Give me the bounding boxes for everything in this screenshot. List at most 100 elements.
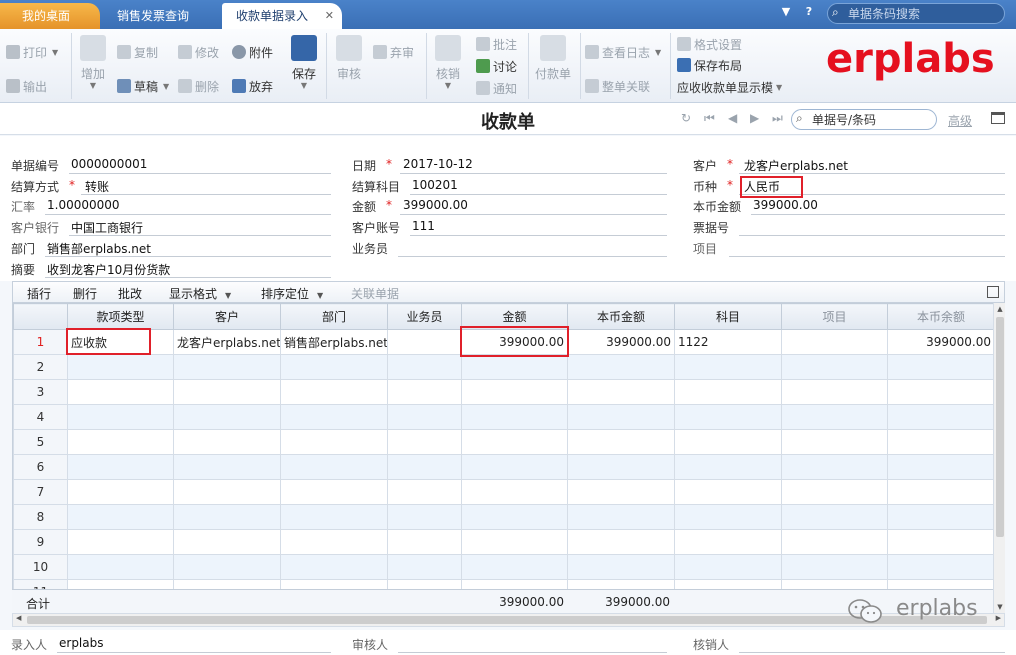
table-cell[interactable] bbox=[387, 529, 462, 555]
table-cell[interactable] bbox=[280, 554, 388, 580]
table-cell[interactable] bbox=[461, 404, 568, 430]
table-cell[interactable] bbox=[461, 504, 568, 530]
table-cell[interactable] bbox=[674, 479, 782, 505]
scroll-left-icon[interactable]: ◀ bbox=[16, 614, 21, 622]
bill-number-field[interactable]: 票据号 bbox=[693, 216, 1005, 236]
notify-button[interactable]: 通知 bbox=[476, 79, 517, 97]
table-cell[interactable] bbox=[280, 479, 388, 505]
table-cell[interactable] bbox=[280, 529, 388, 555]
expand-icon[interactable] bbox=[987, 286, 999, 298]
row-number[interactable]: 6 bbox=[13, 454, 68, 480]
column-header[interactable]: 部门 bbox=[280, 303, 388, 330]
table-cell[interactable] bbox=[887, 404, 993, 430]
salesman-field[interactable]: 业务员 bbox=[352, 237, 667, 257]
table-cell[interactable] bbox=[387, 329, 462, 355]
table-cell[interactable] bbox=[781, 454, 888, 480]
table-cell[interactable] bbox=[173, 404, 281, 430]
row-number[interactable]: 7 bbox=[13, 479, 68, 505]
row-number[interactable]: 1 bbox=[13, 329, 68, 355]
next-record-icon[interactable]: ▶ bbox=[750, 111, 759, 125]
save-layout-button[interactable]: 保存布局 bbox=[677, 56, 742, 74]
display-format-button[interactable]: 显示格式 ▼ bbox=[169, 285, 231, 302]
row-number[interactable]: 2 bbox=[13, 354, 68, 380]
table-cell[interactable] bbox=[567, 404, 675, 430]
first-record-icon[interactable]: ⏮ bbox=[704, 111, 715, 126]
scroll-thumb[interactable] bbox=[27, 616, 987, 624]
table-row[interactable]: 8 bbox=[13, 504, 993, 530]
sort-locate-button[interactable]: 排序定位 ▼ bbox=[261, 285, 323, 302]
table-cell[interactable] bbox=[387, 429, 462, 455]
table-cell[interactable] bbox=[567, 379, 675, 405]
column-header[interactable]: 业务员 bbox=[387, 303, 462, 330]
table-cell[interactable]: 399000.00 bbox=[887, 329, 993, 355]
table-cell[interactable] bbox=[67, 354, 174, 380]
modify-button[interactable]: 修改 bbox=[178, 43, 219, 61]
table-cell[interactable] bbox=[173, 529, 281, 555]
table-cell[interactable] bbox=[781, 329, 888, 355]
delete-button[interactable]: 删除 bbox=[178, 77, 219, 95]
customer-account-field[interactable]: 客户账号 111 bbox=[352, 216, 667, 236]
table-cell[interactable] bbox=[781, 404, 888, 430]
scroll-up-icon[interactable]: ▲ bbox=[995, 305, 1005, 313]
column-header[interactable]: 项目 bbox=[781, 303, 888, 330]
summary-field[interactable]: 摘要 收到龙客户10月份货款 bbox=[11, 258, 331, 278]
last-record-icon[interactable]: ⏭ bbox=[772, 111, 783, 126]
table-cell[interactable] bbox=[674, 454, 782, 480]
print-button[interactable]: 打印 ▼ bbox=[6, 43, 58, 61]
display-template-select[interactable]: 应收收款单显示模 ▼ bbox=[677, 78, 782, 96]
abandon-button[interactable]: 放弃 bbox=[232, 77, 273, 95]
customer-field[interactable]: 客户 * 龙客户erplabs.net bbox=[693, 154, 1005, 174]
table-cell[interactable] bbox=[280, 429, 388, 455]
table-cell[interactable] bbox=[461, 479, 568, 505]
table-row[interactable]: 10 bbox=[13, 554, 993, 580]
customer-bank-field[interactable]: 客户银行 中国工商银行 bbox=[11, 216, 331, 236]
table-cell[interactable] bbox=[67, 479, 174, 505]
doc-number-search-input[interactable] bbox=[812, 111, 930, 128]
table-cell[interactable] bbox=[887, 479, 993, 505]
attach-button[interactable]: 附件 bbox=[232, 43, 273, 61]
table-cell[interactable]: 1122 bbox=[674, 329, 782, 355]
column-header[interactable]: 款项类型 bbox=[67, 303, 174, 330]
delete-row-button[interactable]: 删行 bbox=[73, 285, 97, 302]
close-icon[interactable]: ✕ bbox=[325, 3, 334, 29]
column-header[interactable]: 本币余额 bbox=[887, 303, 993, 330]
add-button[interactable]: 增加 ▼ bbox=[75, 35, 111, 90]
department-field[interactable]: 部门 销售部erplabs.net bbox=[11, 237, 331, 257]
table-cell[interactable] bbox=[67, 529, 174, 555]
table-cell[interactable] bbox=[387, 479, 462, 505]
annotate-button[interactable]: 批注 bbox=[476, 35, 517, 53]
table-row[interactable]: 6 bbox=[13, 454, 993, 480]
table-cell[interactable] bbox=[781, 354, 888, 380]
table-cell[interactable]: 销售部erplabs.net bbox=[280, 329, 388, 355]
table-cell[interactable] bbox=[567, 504, 675, 530]
refresh-icon[interactable]: ↻ bbox=[681, 111, 691, 125]
row-number[interactable]: 9 bbox=[13, 529, 68, 555]
column-header[interactable]: 本币金额 bbox=[567, 303, 675, 330]
settle-method-field[interactable]: 结算方式 * 转账 bbox=[11, 175, 331, 195]
column-header[interactable]: 金额 bbox=[461, 303, 568, 330]
related-docs-button[interactable]: 关联单据 bbox=[351, 285, 399, 302]
table-cell[interactable] bbox=[387, 454, 462, 480]
table-cell[interactable] bbox=[280, 379, 388, 405]
help-icon[interactable]: ? bbox=[801, 5, 817, 18]
advanced-search-link[interactable]: 高级 bbox=[948, 112, 972, 129]
row-number[interactable]: 4 bbox=[13, 404, 68, 430]
draft-button[interactable]: 草稿 ▼ bbox=[117, 77, 169, 95]
table-cell[interactable] bbox=[674, 504, 782, 530]
table-cell[interactable] bbox=[67, 454, 174, 480]
table-cell[interactable] bbox=[567, 454, 675, 480]
doc-number-search[interactable]: ⌕ bbox=[791, 109, 937, 130]
table-cell[interactable] bbox=[461, 429, 568, 455]
scroll-down-icon[interactable]: ▼ bbox=[995, 603, 1005, 611]
exchange-rate-field[interactable]: 汇率 1.00000000 bbox=[11, 195, 331, 215]
table-cell[interactable] bbox=[567, 529, 675, 555]
output-button[interactable]: 输出 bbox=[6, 77, 47, 95]
audit-button[interactable]: 审核 bbox=[331, 35, 367, 82]
table-cell[interactable] bbox=[674, 379, 782, 405]
table-cell[interactable] bbox=[781, 504, 888, 530]
table-cell[interactable] bbox=[887, 554, 993, 580]
table-cell[interactable] bbox=[173, 354, 281, 380]
table-cell[interactable] bbox=[280, 354, 388, 380]
table-row[interactable]: 7 bbox=[13, 479, 993, 505]
table-cell[interactable] bbox=[173, 479, 281, 505]
